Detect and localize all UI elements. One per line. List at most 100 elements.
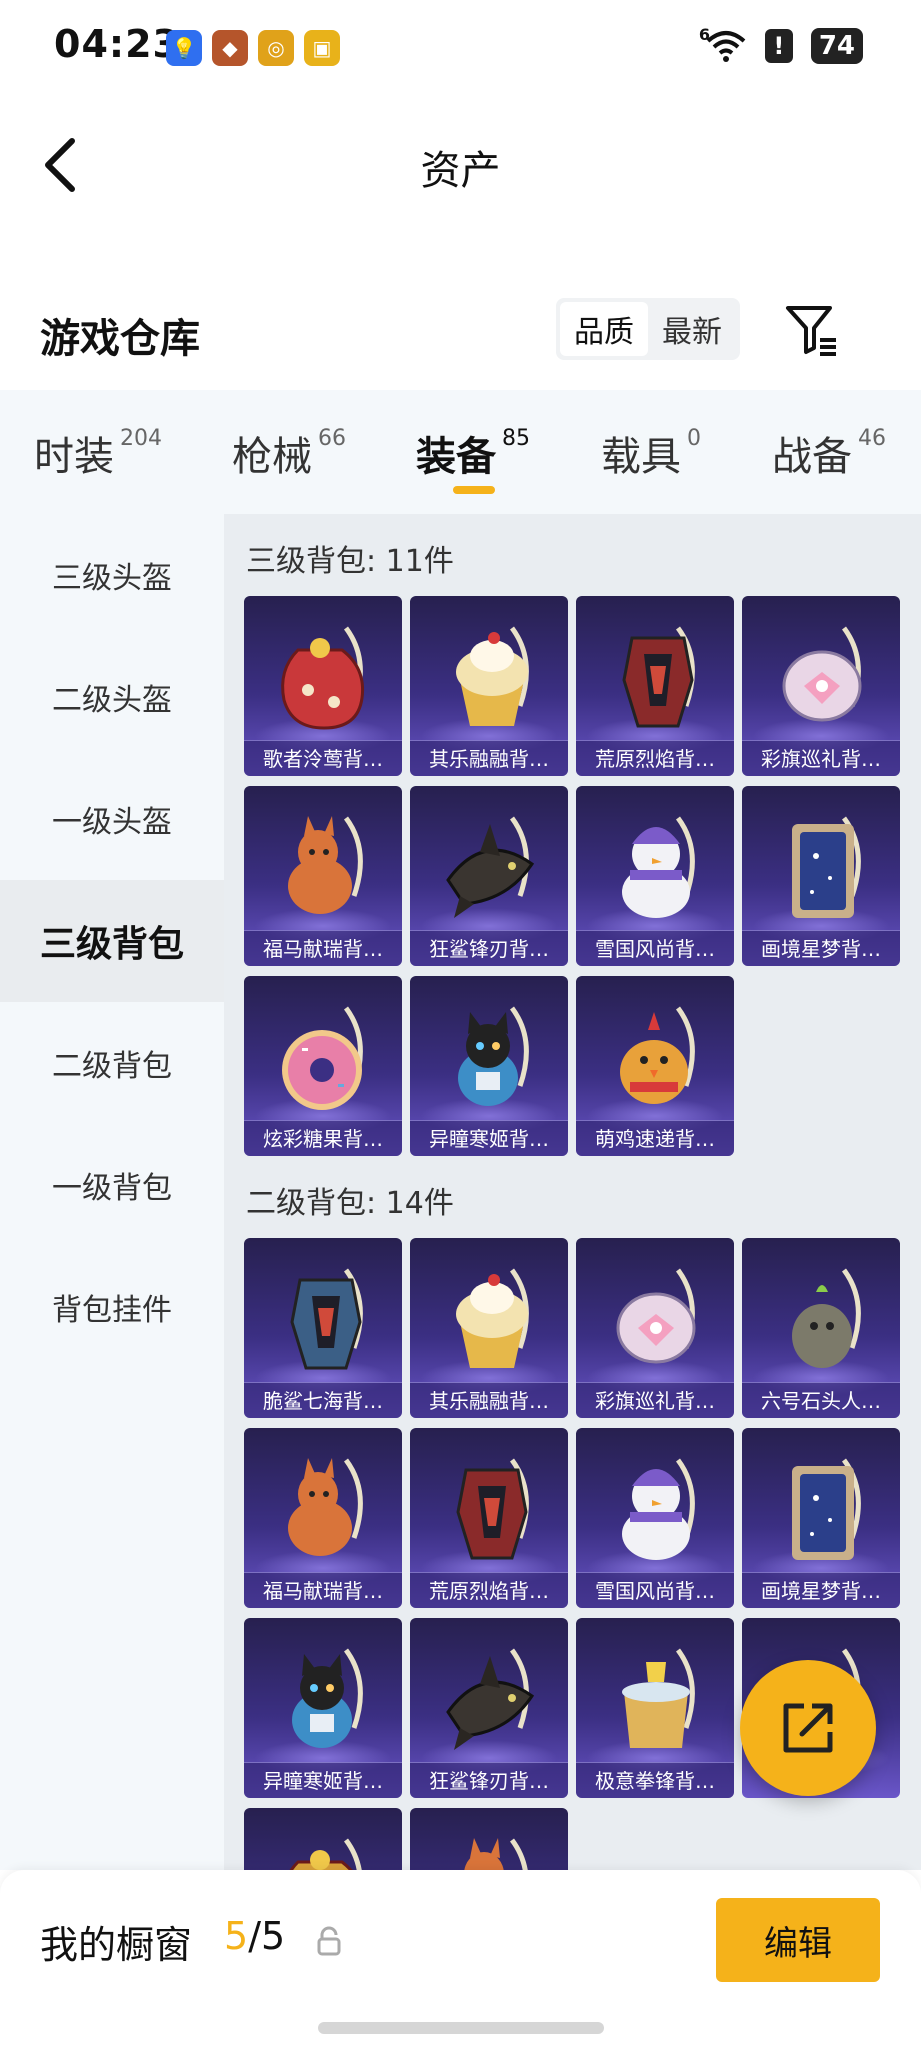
tab-count: 66 — [318, 426, 346, 451]
item-name: 画境星梦背… — [742, 930, 900, 966]
sidebar-item[interactable]: 三级背包 — [0, 880, 224, 1002]
showcase-label: 我的橱窗 — [40, 1923, 193, 1967]
item-name: 六号石头人… — [742, 1382, 900, 1418]
backpack-icon — [289, 1838, 362, 1870]
item-name: 萌鸡速递背… — [576, 1120, 734, 1156]
showcase-current: 5 — [224, 1914, 249, 1958]
backpack-icon — [446, 816, 535, 918]
item-card[interactable]: 画境星梦背… — [742, 786, 900, 966]
item-card[interactable]: 六号石头人… — [742, 1238, 900, 1418]
backpack-icon — [290, 1268, 363, 1370]
tab-label: 载具 — [601, 434, 681, 480]
item-name: 彩旗巡礼背… — [576, 1382, 734, 1418]
tab-weapons[interactable]: 枪械 66 — [232, 424, 346, 482]
item-name: 极意拳锋背… — [576, 1762, 734, 1798]
item-name: 其乐融融背… — [410, 740, 568, 776]
wifi-icon: 6 — [699, 25, 747, 63]
item-card[interactable]: 脆鲨七海背… — [244, 1238, 402, 1418]
showcase-bar: 我的橱窗 5/5 编辑 — [0, 1870, 921, 2050]
item-name: 雪国风尚背… — [576, 930, 734, 966]
sidebar-item[interactable]: 二级背包 — [0, 1002, 224, 1124]
backpack-icon — [288, 816, 363, 914]
item-card[interactable]: 狂鲨锋刃背… — [410, 1618, 568, 1798]
sort-newest-button[interactable]: 最新 — [648, 302, 736, 356]
item-card[interactable] — [244, 1808, 402, 1870]
sidebar-item[interactable]: 二级头盔 — [0, 636, 224, 758]
backpack-icon — [792, 1268, 861, 1368]
sort-toggle: 品质 最新 — [556, 298, 740, 360]
network-label: 6 — [698, 25, 710, 44]
edit-button[interactable]: 编辑 — [716, 1898, 880, 1982]
tab-supplies[interactable]: 战备 46 — [772, 424, 886, 482]
sidebar-item[interactable]: 三级头盔 — [0, 514, 224, 636]
target-app-icon: ◎ — [258, 30, 294, 66]
item-card[interactable]: 极意拳锋背… — [576, 1618, 734, 1798]
item-name: 异瞳寒姬背… — [410, 1120, 568, 1156]
showcase-count: 5/5 — [224, 1914, 285, 1958]
item-name: 荒原烈焰背… — [576, 740, 734, 776]
backpack-icon — [288, 1458, 363, 1556]
item-card[interactable]: 荒原烈焰背… — [410, 1428, 568, 1608]
backpack-icon — [281, 626, 365, 730]
item-name: 炫彩糖果背… — [244, 1120, 402, 1156]
item-name: 荒原烈焰背… — [410, 1572, 568, 1608]
lock-icon — [317, 1926, 341, 1956]
backpack-icon — [446, 1648, 535, 1750]
section-title: 三级背包: 11件 — [246, 544, 454, 579]
tab-label: 战备 — [772, 434, 852, 480]
game-peace-elite-icon: ▣ — [304, 30, 340, 66]
home-indicator — [318, 2022, 604, 2034]
item-card[interactable]: 其乐融融背… — [410, 596, 568, 776]
backpack-icon — [282, 1006, 363, 1110]
item-card[interactable]: 狂鲨锋刃背… — [410, 786, 568, 966]
backpack-icon — [622, 816, 695, 918]
sidebar-item[interactable]: 一级背包 — [0, 1124, 224, 1246]
item-card[interactable]: 炫彩糖果背… — [244, 976, 402, 1156]
subcategory-sidebar: 三级头盔 二级头盔 一级头盔 三级背包 二级背包 一级背包 背包挂件 — [0, 514, 224, 1870]
category-tabs: 时装 204 枪械 66 装备 85 载具 0 战备 46 — [0, 390, 921, 514]
tab-vehicles[interactable]: 载具 0 — [601, 424, 701, 482]
tab-label: 装备 — [416, 434, 496, 480]
backpack-icon — [620, 1006, 695, 1104]
sort-quality-button[interactable]: 品质 — [560, 302, 648, 356]
sidebar-item[interactable]: 一级头盔 — [0, 758, 224, 880]
item-card[interactable]: 福马献瑞背… — [244, 786, 402, 966]
filter-button[interactable] — [784, 302, 840, 358]
warehouse-header: 游戏仓库 品质 最新 — [0, 280, 921, 390]
item-card[interactable]: 异瞳寒姬背… — [410, 976, 568, 1156]
warehouse-title: 游戏仓库 — [40, 316, 200, 362]
backpack-icon — [622, 626, 695, 728]
item-card[interactable]: 福马献瑞背… — [244, 1428, 402, 1608]
lightbulb-app-icon: 💡 — [166, 30, 202, 66]
tab-count: 46 — [858, 426, 886, 451]
tab-equipment[interactable]: 装备 85 — [416, 424, 530, 482]
item-card[interactable]: 萌鸡速递背… — [576, 976, 734, 1156]
item-card[interactable]: 异瞳寒姬背… — [244, 1618, 402, 1798]
item-card[interactable]: 彩旗巡礼背… — [576, 1238, 734, 1418]
item-card[interactable]: 歌者泠莺背… — [244, 596, 402, 776]
item-card[interactable]: 其乐融融背… — [410, 1238, 568, 1418]
backpack-icon — [456, 1458, 529, 1560]
backpack-icon — [458, 1006, 529, 1106]
item-card[interactable]: 画境星梦背… — [742, 1428, 900, 1608]
item-card[interactable]: 彩旗巡礼背… — [742, 596, 900, 776]
nav-bar: 资产 — [0, 100, 921, 230]
item-card[interactable]: 荒原烈焰背… — [576, 596, 734, 776]
backpack-icon — [622, 1458, 695, 1560]
item-card[interactable]: 雪国风尚背… — [576, 1428, 734, 1608]
tab-label: 时装 — [34, 434, 114, 480]
item-name: 狂鲨锋刃背… — [410, 930, 568, 966]
backpack-icon — [792, 1458, 861, 1560]
item-card[interactable]: 雪国风尚背… — [576, 786, 734, 966]
tab-fashion[interactable]: 时装 204 — [34, 424, 162, 482]
backpack-icon — [616, 1268, 696, 1364]
share-button[interactable] — [740, 1660, 876, 1796]
item-card[interactable] — [410, 1808, 568, 1870]
backpack-icon — [456, 1268, 529, 1368]
item-name: 异瞳寒姬背… — [244, 1762, 402, 1798]
battery-indicator: 74 — [810, 28, 863, 64]
tab-count: 204 — [120, 426, 162, 451]
status-indicators: 6 ! 74 — [699, 25, 863, 64]
sidebar-item[interactable]: 背包挂件 — [0, 1246, 224, 1368]
status-bar: 04:23 💡 ◆ ◎ ▣ 6 ! 74 — [0, 0, 921, 100]
